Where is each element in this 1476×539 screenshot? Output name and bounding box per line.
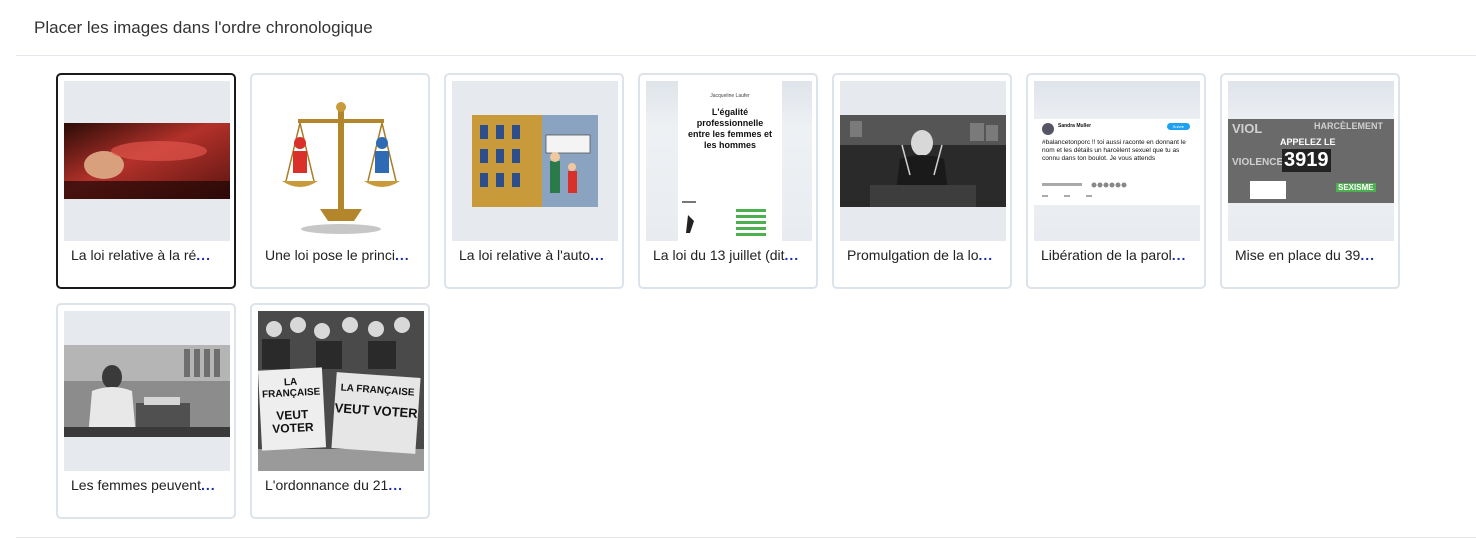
protest-sign-text: VEUT VOTER [334, 400, 419, 421]
sortable-card[interactable]: Une loi pose le princi... [250, 73, 430, 289]
card-caption: Promulgation de la lo... [847, 247, 994, 263]
card-image-suffragettes: LA FRANÇAISE VEUT VOTER LA FRANÇAISE VEU… [258, 311, 424, 471]
book-title: L'égalité professionnelle entre les femm… [687, 107, 773, 150]
card-caption: Une loi pose le princi... [265, 247, 410, 263]
poster-word: HARCÈLEMENT [1314, 121, 1383, 131]
sortable-card[interactable]: La loi relative à l'auto... [444, 73, 624, 289]
sortable-card[interactable]: Jacqueline Laufer L'égalité professionne… [638, 73, 818, 289]
sortable-card[interactable]: Sandra Muller Suivre #balancetonporc !! … [1026, 73, 1206, 289]
poster-word: SEXISME [1336, 183, 1376, 192]
card-image-tweet: Sandra Muller Suivre #balancetonporc !! … [1034, 81, 1200, 241]
card-image-office-work [64, 311, 230, 471]
tweet-text: #balancetonporc !! toi aussi raconte en … [1042, 139, 1186, 162]
card-caption: La loi relative à la ré... [71, 247, 211, 263]
card-caption: Libération de la parol... [1041, 247, 1187, 263]
poster-word: VIOL [1232, 121, 1263, 136]
protest-sign-text: VEUT VOTER [271, 407, 315, 437]
card-caption: La loi du 13 juillet (dit... [653, 247, 800, 263]
question-title: Placer les images dans l'ordre chronolog… [34, 17, 373, 37]
card-image-parental-authority [452, 81, 618, 241]
card-image-woman-lying [64, 81, 230, 241]
card-caption: La loi relative à l'auto... [459, 247, 605, 263]
image-sort-grid: La loi relative à la ré... Une loi pose … [56, 73, 1416, 519]
question-header: Placer les images dans l'ordre chronolog… [16, 0, 1476, 56]
card-image-scales [258, 81, 424, 241]
sortable-card[interactable]: LA FRANÇAISE VEUT VOTER LA FRANÇAISE VEU… [250, 303, 430, 519]
sortable-card[interactable]: Les femmes peuvent... [56, 303, 236, 519]
poster-call-label: APPELEZ LE [1280, 137, 1336, 147]
tweet-author: Sandra Muller [1058, 123, 1092, 129]
republic-logo [1250, 181, 1286, 199]
card-image-3919-poster: VIOL HARCÈLEMENT VIOLENCES APPELEZ LE 39… [1228, 81, 1394, 241]
follow-button: Suivre [1166, 123, 1190, 130]
card-image-assembly-speech [840, 81, 1006, 241]
card-caption: Les femmes peuvent... [71, 477, 216, 493]
bottom-divider [16, 537, 1476, 538]
avatar [1042, 123, 1054, 135]
sortable-card[interactable]: Promulgation de la lo... [832, 73, 1012, 289]
card-caption: Mise en place du 39... [1235, 247, 1375, 263]
poster-number: 3919 [1282, 149, 1331, 172]
card-caption: L'ordonnance du 21... [265, 477, 404, 493]
protest-sign-text: LA FRANÇAISE [340, 382, 415, 399]
sortable-card[interactable]: La loi relative à la ré... [56, 73, 236, 289]
book-author: Jacqueline Laufer [710, 93, 750, 99]
protest-sign-text: LA FRANÇAISE [261, 376, 321, 401]
card-image-book-cover: Jacqueline Laufer L'égalité professionne… [646, 81, 812, 241]
sortable-card[interactable]: VIOL HARCÈLEMENT VIOLENCES APPELEZ LE 39… [1220, 73, 1400, 289]
